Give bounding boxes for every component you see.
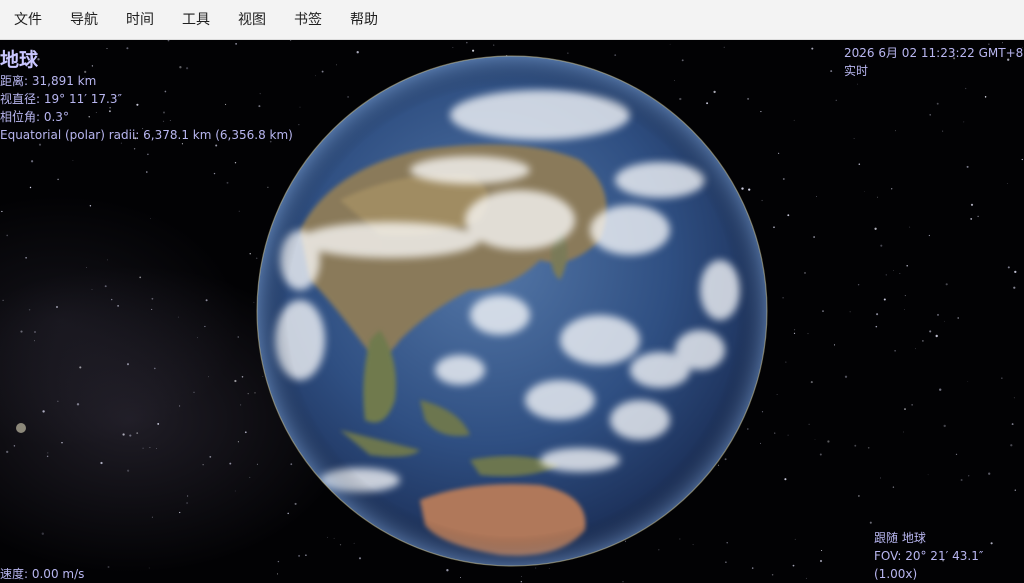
menu-time[interactable]: 时间 [112, 0, 168, 40]
menu-navigation[interactable]: 导航 [56, 0, 112, 40]
menu-bar: 文件 导航 时间 工具 视图 书签 帮助 [0, 0, 1024, 40]
speed-panel: 速度: 0.00 m/s [0, 565, 84, 583]
menu-bookmarks[interactable]: 书签 [280, 0, 336, 40]
time-panel: 2026 6月 02 11:23:22 GMT+8 实时 [844, 44, 1023, 80]
space-view[interactable]: 地球 距离: 31,891 km 视直径: 19° 11′ 17.3″ 相位角:… [0, 40, 1024, 583]
object-distance: 距离: 31,891 km [0, 74, 97, 88]
time-rate: 实时 [844, 64, 869, 78]
speed-readout: 速度: 0.00 m/s [0, 567, 85, 581]
menu-view[interactable]: 视图 [224, 0, 280, 40]
distant-moon-icon [16, 423, 26, 433]
object-apparent-diameter: 视直径: 19° 11′ 17.3″ [0, 92, 122, 106]
object-info-panel: 地球 距离: 31,891 km 视直径: 19° 11′ 17.3″ 相位角:… [0, 48, 293, 144]
earth-globe[interactable] [256, 55, 768, 567]
object-name: 地球 [0, 49, 39, 71]
menu-file[interactable]: 文件 [0, 0, 56, 40]
menu-help[interactable]: 帮助 [336, 0, 392, 40]
follow-target: 跟随 地球 [874, 531, 926, 545]
object-radii: Equatorial (polar) radii: 6,378.1 km (6,… [0, 128, 293, 142]
object-phase-angle: 相位角: 0.3° [0, 110, 69, 124]
fov-readout: FOV: 20° 21′ 43.1″ (1.00x) [874, 549, 984, 581]
camera-panel: 跟随 地球 FOV: 20° 21′ 43.1″ (1.00x) [874, 529, 1024, 583]
current-datetime: 2026 6月 02 11:23:22 GMT+8 [844, 46, 1024, 60]
menu-tools[interactable]: 工具 [168, 0, 224, 40]
